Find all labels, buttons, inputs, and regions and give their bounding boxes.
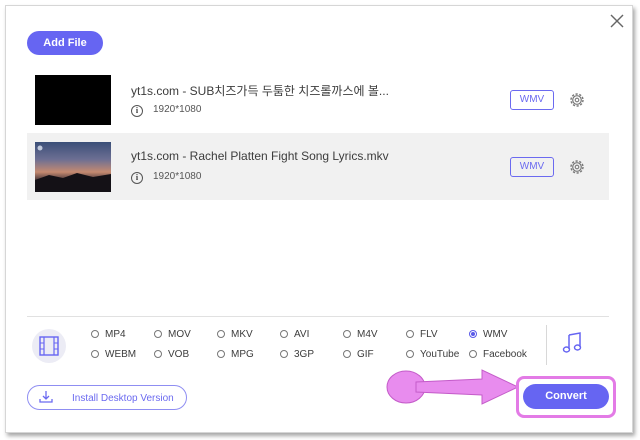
install-label: Install Desktop Version (72, 393, 174, 404)
format-option-3gp[interactable]: 3GP (280, 349, 314, 360)
radio-button[interactable] (343, 330, 351, 338)
radio-button[interactable] (91, 330, 99, 338)
music-note-icon[interactable] (561, 331, 583, 355)
radio-button-selected[interactable] (469, 330, 477, 338)
convert-highlight: Convert (516, 376, 616, 418)
gear-icon[interactable] (568, 91, 586, 109)
output-format-badge[interactable]: WMV (510, 90, 554, 110)
film-icon[interactable] (32, 329, 66, 363)
format-option-wmv[interactable]: WMV (469, 329, 507, 340)
install-desktop-button[interactable]: Install Desktop Version (27, 385, 187, 410)
file-list: yt1s.com - SUB치즈가득 두툼한 치즈롤까스에 볼... i 192… (27, 66, 609, 200)
format-option-mov[interactable]: MOV (154, 329, 191, 340)
format-option-avi[interactable]: AVI (280, 329, 309, 340)
format-selector: MP4 MOV MKV AVI M4V FLV WMV WEBM VOB MPG… (27, 316, 609, 372)
gear-icon[interactable] (568, 158, 586, 176)
format-option-facebook[interactable]: Facebook (469, 349, 527, 360)
format-option-mkv[interactable]: MKV (217, 329, 253, 340)
format-option-flv[interactable]: FLV (406, 329, 438, 340)
resolution-label: 1920*1080 (153, 171, 202, 182)
file-row: yt1s.com - SUB치즈가득 두툼한 치즈롤까스에 볼... i 192… (27, 66, 609, 133)
output-format-badge[interactable]: WMV (510, 157, 554, 177)
radio-button[interactable] (469, 350, 477, 358)
info-icon[interactable]: i (131, 172, 143, 184)
radio-button[interactable] (280, 350, 288, 358)
info-icon[interactable]: i (131, 105, 143, 117)
format-option-webm[interactable]: WEBM (91, 349, 136, 360)
divider (546, 325, 547, 365)
resolution-label: 1920*1080 (153, 104, 202, 115)
radio-button[interactable] (406, 330, 414, 338)
file-name: yt1s.com - Rachel Platten Fight Song Lyr… (131, 149, 389, 163)
radio-button[interactable] (343, 350, 351, 358)
format-option-m4v[interactable]: M4V (343, 329, 378, 340)
radio-button[interactable] (280, 330, 288, 338)
format-option-gif[interactable]: GIF (343, 349, 374, 360)
pointer-arrow-icon (386, 369, 520, 405)
download-icon (39, 391, 53, 403)
radio-button[interactable] (154, 330, 162, 338)
add-file-button[interactable]: Add File (27, 31, 103, 55)
radio-button[interactable] (217, 330, 225, 338)
convert-button[interactable]: Convert (523, 384, 609, 409)
radio-button[interactable] (217, 350, 225, 358)
close-icon[interactable] (606, 10, 628, 32)
format-option-youtube[interactable]: YouTube (406, 349, 459, 360)
video-thumbnail (35, 142, 111, 192)
format-option-vob[interactable]: VOB (154, 349, 189, 360)
radio-button[interactable] (91, 350, 99, 358)
file-row: yt1s.com - Rachel Platten Fight Song Lyr… (27, 133, 609, 200)
radio-button[interactable] (154, 350, 162, 358)
radio-button[interactable] (406, 350, 414, 358)
format-option-mp4[interactable]: MP4 (91, 329, 126, 340)
sunset-landscape (35, 145, 111, 192)
file-name: yt1s.com - SUB치즈가득 두툼한 치즈롤까스에 볼... (131, 84, 389, 98)
video-thumbnail (35, 75, 111, 125)
format-option-mpg[interactable]: MPG (217, 349, 254, 360)
